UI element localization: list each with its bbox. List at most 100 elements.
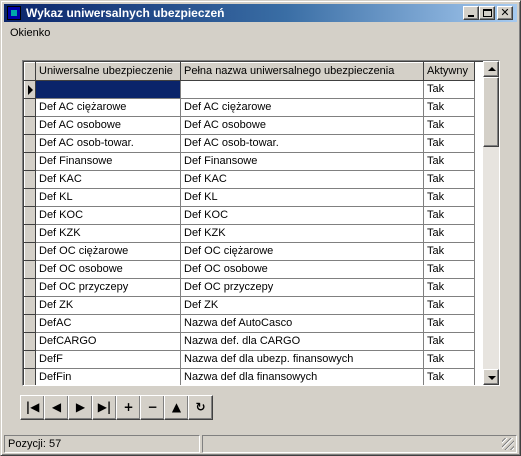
- cell-uniwersalne[interactable]: Def OC przyczepy: [35, 278, 181, 297]
- cell-aktywny[interactable]: Tak: [423, 98, 475, 117]
- cell-aktywny[interactable]: Tak: [423, 278, 475, 297]
- table-row[interactable]: Def KZK Def KZK Tak: [24, 224, 475, 243]
- cell-pelna-nazwa[interactable]: Nazwa def AutoCasco: [180, 314, 424, 333]
- scroll-up-button[interactable]: [483, 61, 499, 77]
- row-indicator[interactable]: [24, 134, 36, 153]
- row-indicator[interactable]: [24, 296, 36, 315]
- table-row[interactable]: Def OC przyczepy Def OC przyczepy Tak: [24, 278, 475, 297]
- table-row[interactable]: Def AC ciężarowe Def AC ciężarowe Tak: [24, 98, 475, 117]
- cell-pelna-nazwa[interactable]: Def AC ciężarowe: [180, 98, 424, 117]
- row-indicator[interactable]: [24, 206, 36, 225]
- cell-uniwersalne[interactable]: DefF: [35, 350, 181, 369]
- table-row[interactable]: DefCARGO Nazwa def. dla CARGO Tak: [24, 332, 475, 351]
- cell-uniwersalne[interactable]: DefAC: [35, 314, 181, 333]
- app-icon[interactable]: [7, 6, 21, 20]
- cell-uniwersalne[interactable]: Def AC osob-towar.: [35, 134, 181, 153]
- cell-uniwersalne[interactable]: Def KL: [35, 188, 181, 207]
- cell-pelna-nazwa[interactable]: Def OC osobowe: [180, 260, 424, 279]
- row-indicator[interactable]: [24, 242, 36, 261]
- table-row[interactable]: Def KL Def KL Tak: [24, 188, 475, 207]
- row-indicator[interactable]: [24, 152, 36, 171]
- table-row[interactable]: Def OC ciężarowe Def OC ciężarowe Tak: [24, 242, 475, 261]
- table-row[interactable]: Def ZK Def ZK Tak: [24, 296, 475, 315]
- table-row[interactable]: DefF Nazwa def dla ubezp. finansowych Tak: [24, 350, 475, 369]
- row-indicator[interactable]: [24, 224, 36, 243]
- table-row[interactable]: Def AC osob-towar. Def AC osob-towar. Tak: [24, 134, 475, 153]
- resize-grip-icon[interactable]: [502, 438, 514, 450]
- cell-aktywny[interactable]: Tak: [423, 368, 475, 385]
- scroll-thumb[interactable]: [483, 77, 499, 147]
- close-button[interactable]: ✕: [497, 6, 513, 20]
- cell-pelna-nazwa[interactable]: Def KZK: [180, 224, 424, 243]
- cell-uniwersalne[interactable]: Def KOC: [35, 206, 181, 225]
- scroll-down-button[interactable]: [483, 369, 499, 385]
- cell-aktywny[interactable]: Tak: [423, 206, 475, 225]
- column-header-pelna-nazwa[interactable]: Pełna nazwa uniwersalnego ubezpieczenia: [180, 62, 424, 81]
- cell-uniwersalne[interactable]: Def OC ciężarowe: [35, 242, 181, 261]
- column-header-aktywny[interactable]: Aktywny: [423, 62, 475, 81]
- cell-pelna-nazwa[interactable]: Def AC osob-towar.: [180, 134, 424, 153]
- last-record-button[interactable]: ▶|: [92, 395, 117, 420]
- title-bar[interactable]: Wykaz uniwersalnych ubezpieczeń ✕: [4, 4, 517, 22]
- cell-pelna-nazwa[interactable]: Def AC osobowe: [180, 116, 424, 135]
- cell-uniwersalne[interactable]: DefCARGO: [35, 332, 181, 351]
- cell-aktywny[interactable]: Tak: [423, 116, 475, 135]
- prior-record-button[interactable]: ◀: [44, 395, 69, 420]
- row-indicator[interactable]: [24, 188, 36, 207]
- row-indicator[interactable]: [24, 314, 36, 333]
- cell-uniwersalne[interactable]: Def ZK: [35, 296, 181, 315]
- table-row[interactable]: Def OC osobowe Def OC osobowe Tak: [24, 260, 475, 279]
- cell-pelna-nazwa[interactable]: Def KAC: [180, 170, 424, 189]
- cell-uniwersalne[interactable]: [35, 80, 181, 99]
- cell-pelna-nazwa[interactable]: Nazwa def. dla CARGO: [180, 332, 424, 351]
- column-header-uniwersalne[interactable]: Uniwersalne ubezpieczenie: [35, 62, 181, 81]
- vertical-scrollbar[interactable]: [483, 61, 499, 385]
- maximize-button[interactable]: [479, 6, 495, 20]
- cell-aktywny[interactable]: Tak: [423, 134, 475, 153]
- row-indicator[interactable]: [24, 116, 36, 135]
- cell-aktywny[interactable]: Tak: [423, 332, 475, 351]
- table-row[interactable]: Def KAC Def KAC Tak: [24, 170, 475, 189]
- cell-pelna-nazwa[interactable]: Def OC przyczepy: [180, 278, 424, 297]
- cell-aktywny[interactable]: Tak: [423, 350, 475, 369]
- row-indicator[interactable]: [24, 278, 36, 297]
- cell-uniwersalne[interactable]: DefFin: [35, 368, 181, 385]
- table-row[interactable]: Def KOC Def KOC Tak: [24, 206, 475, 225]
- row-indicator[interactable]: [24, 332, 36, 351]
- menu-okienko[interactable]: Okienko: [10, 26, 50, 40]
- cell-aktywny[interactable]: Tak: [423, 242, 475, 261]
- delete-record-button[interactable]: −: [140, 395, 165, 420]
- row-indicator[interactable]: [24, 260, 36, 279]
- next-record-button[interactable]: ▶: [68, 395, 93, 420]
- row-indicator[interactable]: [24, 350, 36, 369]
- row-indicator[interactable]: [24, 80, 36, 99]
- minimize-button[interactable]: [463, 6, 479, 20]
- refresh-button[interactable]: ↻: [188, 395, 213, 420]
- cell-aktywny[interactable]: Tak: [423, 224, 475, 243]
- cell-aktywny[interactable]: Tak: [423, 260, 475, 279]
- cell-pelna-nazwa[interactable]: Def KL: [180, 188, 424, 207]
- table-row[interactable]: Def AC osobowe Def AC osobowe Tak: [24, 116, 475, 135]
- cell-aktywny[interactable]: Tak: [423, 170, 475, 189]
- cell-pelna-nazwa[interactable]: Nazwa def dla ubezp. finansowych: [180, 350, 424, 369]
- cell-aktywny[interactable]: Tak: [423, 296, 475, 315]
- first-record-button[interactable]: |◀: [20, 395, 45, 420]
- cell-uniwersalne[interactable]: Def AC ciężarowe: [35, 98, 181, 117]
- cell-aktywny[interactable]: Tak: [423, 188, 475, 207]
- cell-aktywny[interactable]: Tak: [423, 80, 475, 99]
- table-row[interactable]: Def Finansowe Def Finansowe Tak: [24, 152, 475, 171]
- row-indicator[interactable]: [24, 98, 36, 117]
- insert-record-button[interactable]: +: [116, 395, 141, 420]
- cell-pelna-nazwa[interactable]: Def Finansowe: [180, 152, 424, 171]
- cell-pelna-nazwa[interactable]: [180, 80, 424, 99]
- cell-aktywny[interactable]: Tak: [423, 152, 475, 171]
- edit-record-button[interactable]: ▲: [164, 395, 189, 420]
- cell-aktywny[interactable]: Tak: [423, 314, 475, 333]
- table-row[interactable]: Tak: [24, 80, 475, 99]
- row-indicator[interactable]: [24, 368, 36, 385]
- cell-uniwersalne[interactable]: Def OC osobowe: [35, 260, 181, 279]
- cell-uniwersalne[interactable]: Def Finansowe: [35, 152, 181, 171]
- cell-pelna-nazwa[interactable]: Def KOC: [180, 206, 424, 225]
- row-indicator[interactable]: [24, 170, 36, 189]
- cell-uniwersalne[interactable]: Def KZK: [35, 224, 181, 243]
